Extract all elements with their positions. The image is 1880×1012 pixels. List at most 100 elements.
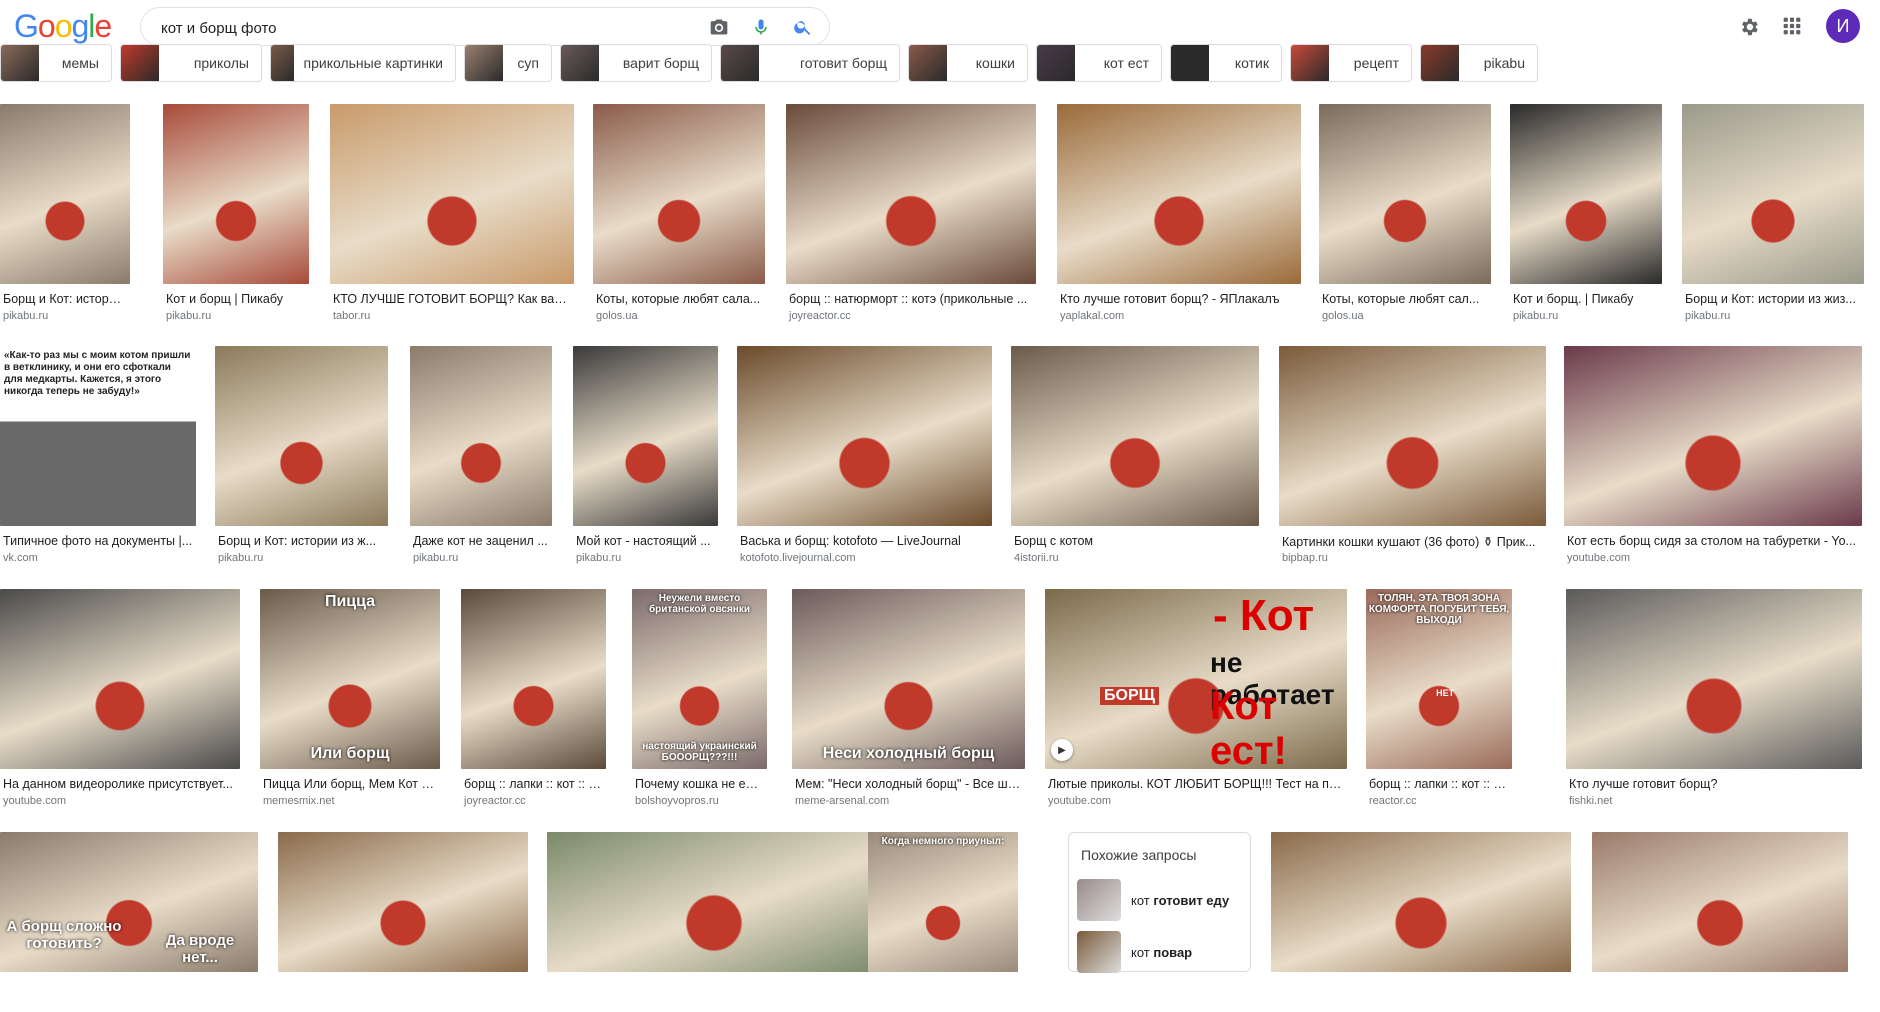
image-result-card[interactable]: борщ :: лапки :: кот :: п... joyreactor.c…	[461, 589, 606, 809]
image-result-card[interactable]: Неси холодный борщ Мем: "Неси холодный бо…	[792, 589, 1025, 809]
result-thumbnail[interactable]: Пицца Или борщ	[260, 589, 440, 769]
result-thumbnail[interactable]	[786, 104, 1036, 284]
result-caption[interactable]: Коты, которые любят сал...	[1322, 292, 1488, 306]
chip-9[interactable]: рецепт	[1290, 44, 1412, 82]
result-caption[interactable]: Коты, которые любят сала...	[596, 292, 762, 306]
result-caption[interactable]: Борщ с котом	[1014, 534, 1256, 548]
result-caption[interactable]: борщ :: лапки :: кот :: прикол...	[1369, 777, 1509, 791]
result-caption[interactable]: борщ :: натюрморт :: котэ (прикольные ..…	[789, 292, 1033, 306]
result-caption[interactable]: КТО ЛУЧШЕ ГОТОВИТ БОРЩ? Как вар...	[333, 292, 571, 306]
image-result-card[interactable]: ТОЛЯН, ЭТА ТВОЯ ЗОНА КОМФОРТА ПОГУБИТ ТЕ…	[1366, 589, 1512, 809]
result-caption[interactable]: Пицца Или борщ, Мем Кот з...	[263, 777, 437, 791]
image-result-card[interactable]: Картинки кошки кушают (36 фото) ⚱ Прик..…	[1279, 346, 1546, 566]
image-result-card[interactable]: Коты, которые любят сала... golos.ua	[593, 104, 765, 324]
settings-gear-icon[interactable]	[1738, 16, 1758, 36]
image-result-card[interactable]: А борщ сложно готовить? Да вроде нет...	[0, 832, 258, 1012]
image-result-card[interactable]	[547, 832, 881, 1012]
result-caption[interactable]: Кто лучше готовит борщ?	[1569, 777, 1859, 791]
result-caption[interactable]: На данном видеоролике присутствует...	[3, 777, 237, 791]
image-result-card[interactable]: КТО ЛУЧШЕ ГОТОВИТ БОРЩ? Как вар... tabor.…	[330, 104, 574, 324]
account-avatar[interactable]: И	[1826, 9, 1860, 43]
chip-6[interactable]: кошки	[908, 44, 1028, 82]
result-thumbnail[interactable]: - Кот не работает Кот ест! БОРЩ ▶	[1045, 589, 1347, 769]
result-thumbnail[interactable]: ТОЛЯН, ЭТА ТВОЯ ЗОНА КОМФОРТА ПОГУБИТ ТЕ…	[1366, 589, 1512, 769]
result-thumbnail[interactable]	[0, 104, 130, 284]
result-thumbnail[interactable]	[1271, 832, 1571, 972]
result-thumbnail[interactable]	[593, 104, 765, 284]
image-result-card[interactable]: Кот и борщ | Пикабу pikabu.ru	[163, 104, 309, 324]
result-thumbnail[interactable]	[410, 346, 552, 526]
image-result-card[interactable]: Пицца Или борщ Пицца Или борщ, Мем Кот з..…	[260, 589, 440, 809]
result-caption[interactable]: Даже кот не заценил ...	[413, 534, 549, 548]
result-thumbnail[interactable]	[573, 346, 718, 526]
image-result-card[interactable]: Даже кот не заценил ... pikabu.ru	[410, 346, 552, 566]
result-caption[interactable]: Картинки кошки кушают (36 фото) ⚱ Прик..…	[1282, 534, 1543, 549]
related-search-item[interactable]: кот готовит еду	[1077, 877, 1247, 923]
image-result-card[interactable]: Кто лучше готовит борщ? fishki.net	[1566, 589, 1862, 809]
search-input[interactable]	[161, 17, 701, 39]
result-thumbnail[interactable]	[215, 346, 388, 526]
image-result-card[interactable]: Борщ и Кот: истории ... pikabu.ru	[0, 104, 130, 324]
image-result-card[interactable]	[278, 832, 528, 1012]
image-result-card[interactable]: Кот есть борщ сидя за столом на табуретк…	[1564, 346, 1862, 566]
chip-10[interactable]: pikabu	[1420, 44, 1538, 82]
result-caption[interactable]: Борщ и Кот: истории из ж...	[218, 534, 385, 548]
search-box[interactable]	[140, 7, 830, 46]
result-thumbnail[interactable]	[330, 104, 574, 284]
result-thumbnail[interactable]: Неси холодный борщ	[792, 589, 1025, 769]
image-result-card[interactable]: Неужели вместо британской овсянки настоящ…	[632, 589, 767, 809]
result-caption[interactable]: Кот есть борщ сидя за столом на табуретк…	[1567, 534, 1859, 548]
result-caption[interactable]: Мой кот - настоящий ...	[576, 534, 715, 548]
chip-8[interactable]: котик	[1170, 44, 1282, 82]
result-caption[interactable]: Лютые приколы. КОТ ЛЮБИТ БОРЩ!!! Тест на…	[1048, 777, 1344, 791]
result-thumbnail[interactable]	[1566, 589, 1862, 769]
chip-3[interactable]: суп	[464, 44, 552, 82]
related-search-item[interactable]: кот повар	[1077, 929, 1247, 975]
result-thumbnail[interactable]: А борщ сложно готовить? Да вроде нет...	[0, 832, 258, 972]
chip-4[interactable]: варит борщ	[560, 44, 712, 82]
result-caption[interactable]: Кот и борщ. | Пикабу	[1513, 292, 1659, 306]
image-result-card[interactable]: борщ :: натюрморт :: котэ (прикольные ..…	[786, 104, 1036, 324]
result-caption[interactable]: Почему кошка не ест ...	[635, 777, 764, 791]
image-result-card[interactable]: «Как-то раз мы с моим котом пришли в вет…	[0, 346, 196, 566]
result-thumbnail[interactable]	[163, 104, 309, 284]
google-logo[interactable]: Google	[14, 8, 112, 45]
result-caption[interactable]: Типичное фото на документы |...	[3, 534, 193, 548]
result-caption[interactable]: Мем: "Неси холодный борщ" - Все ша...	[795, 777, 1022, 791]
image-result-card[interactable]	[1271, 832, 1571, 1012]
chip-7[interactable]: кот ест	[1036, 44, 1162, 82]
image-result-card[interactable]: Мой кот - настоящий ... pikabu.ru	[573, 346, 718, 566]
result-thumbnail[interactable]	[1510, 104, 1662, 284]
result-thumbnail[interactable]: Неужели вместо британской овсянки настоящ…	[632, 589, 767, 769]
result-caption[interactable]: Борщ и Кот: истории из жиз...	[1685, 292, 1861, 306]
result-thumbnail[interactable]	[1682, 104, 1864, 284]
result-thumbnail[interactable]	[547, 832, 881, 972]
microphone-icon[interactable]	[751, 17, 771, 37]
result-thumbnail[interactable]	[1057, 104, 1301, 284]
camera-icon[interactable]	[709, 17, 729, 37]
result-thumbnail[interactable]	[1279, 346, 1546, 526]
image-result-card[interactable]: - Кот не работает Кот ест! БОРЩ ▶ Лютые прико…	[1045, 589, 1347, 809]
chip-1[interactable]: приколы	[120, 44, 262, 82]
result-caption[interactable]: Кто лучше готовит борщ? - ЯПлакалъ	[1060, 292, 1298, 306]
image-result-card[interactable]: Коты, которые любят сал... golos.ua	[1319, 104, 1491, 324]
result-thumbnail[interactable]	[1564, 346, 1862, 526]
chip-2[interactable]: прикольные картинки	[270, 44, 456, 82]
image-result-card[interactable]: Васька и борщ: kotofoto — LiveJournal kot…	[737, 346, 992, 566]
result-caption[interactable]: Борщ и Кот: истории ...	[3, 292, 127, 306]
image-result-card[interactable]: Кто лучше готовит борщ? - ЯПлакалъ yaplak…	[1057, 104, 1301, 324]
result-thumbnail[interactable]	[0, 589, 240, 769]
result-caption[interactable]: Васька и борщ: kotofoto — LiveJournal	[740, 534, 989, 548]
search-icon[interactable]	[793, 17, 813, 37]
result-thumbnail[interactable]: Когда немного приуныл:	[868, 832, 1018, 972]
image-result-card[interactable]: На данном видеоролике присутствует... you…	[0, 589, 240, 809]
image-result-card[interactable]: Кот и борщ. | Пикабу pikabu.ru	[1510, 104, 1662, 324]
result-thumbnail[interactable]	[1011, 346, 1259, 526]
chip-5[interactable]: готовит борщ	[720, 44, 900, 82]
result-thumbnail[interactable]	[278, 832, 528, 972]
chip-0[interactable]: мемы	[0, 44, 112, 82]
apps-grid-icon[interactable]	[1782, 16, 1802, 36]
result-thumbnail[interactable]	[1592, 832, 1848, 972]
result-thumbnail[interactable]	[461, 589, 606, 769]
result-caption[interactable]: Кот и борщ | Пикабу	[166, 292, 306, 306]
